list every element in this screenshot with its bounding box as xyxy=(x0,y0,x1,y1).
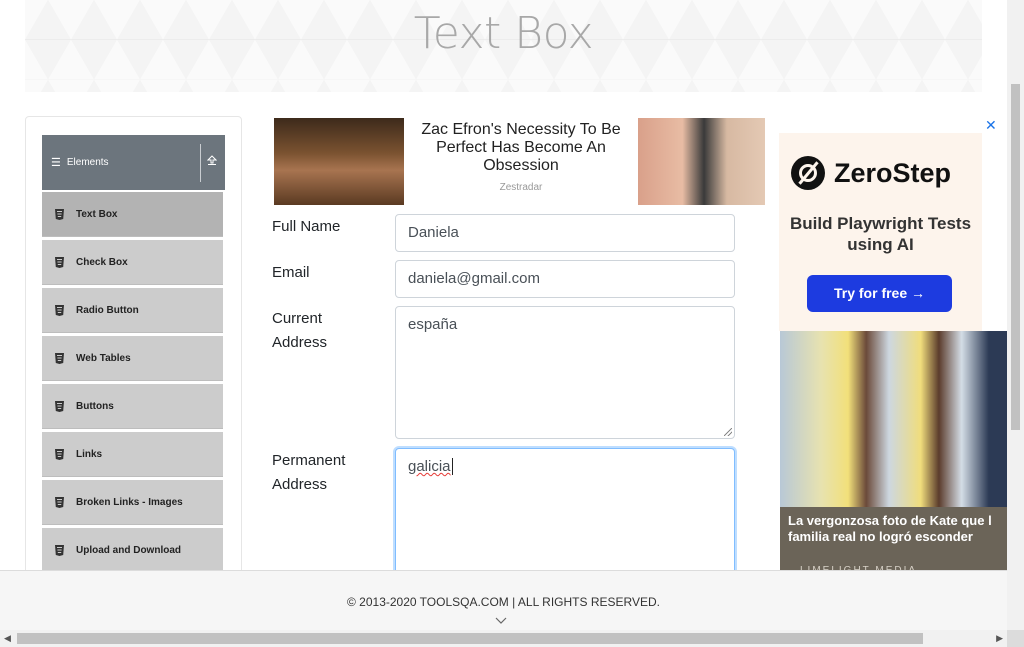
current-address-textarea[interactable]: españa xyxy=(395,306,735,439)
scroll-left-arrow-icon[interactable]: ◀ xyxy=(4,633,11,644)
try-for-free-button[interactable]: Try for free → xyxy=(807,275,952,312)
sidebar-item-label: Broken Links - Images xyxy=(76,496,183,508)
sidebar-item-broken-links[interactable]: Broken Links - Images xyxy=(42,480,223,525)
footer: © 2013-2020 TOOLSQA.COM | ALL RIGHTS RES… xyxy=(0,570,1007,630)
full-name-input[interactable]: Daniela xyxy=(395,214,735,252)
ad-photo[interactable] xyxy=(780,331,1007,511)
sidebar-item-radio-button[interactable]: Radio Button xyxy=(42,288,223,333)
permanent-address-value: galicia xyxy=(408,458,451,475)
document-icon xyxy=(54,256,76,268)
current-address-label: Current Address xyxy=(272,307,327,355)
page-title: Text Box xyxy=(413,8,594,59)
document-icon xyxy=(54,400,76,412)
ad-caption-box[interactable]: La vergonzosa foto de Kate que l familia… xyxy=(780,507,1007,576)
horizontal-scroll-thumb[interactable] xyxy=(17,633,923,644)
sidebar-item-label: Links xyxy=(76,448,103,460)
document-icon xyxy=(54,544,76,556)
document-icon xyxy=(54,496,76,508)
full-name-label: Full Name xyxy=(272,218,341,235)
sidebar-item-upload-download[interactable]: Upload and Download xyxy=(42,528,223,573)
current-address-label-line2: Address xyxy=(272,334,328,351)
permanent-address-label-line1: Permanent xyxy=(272,452,346,469)
email-input[interactable]: daniela@gmail.com xyxy=(395,260,735,298)
zerostep-logo: ZeroStep xyxy=(791,156,951,190)
footer-copyright: © 2013-2020 TOOLSQA.COM | ALL RIGHTS RES… xyxy=(347,595,660,609)
upload-arrow-icon[interactable] xyxy=(206,155,218,168)
sidebar-item-label: Text Box xyxy=(76,208,118,220)
ad-caption-line2: familia real no logró esconder xyxy=(788,529,973,544)
document-icon xyxy=(54,304,76,316)
sidebar-item-text-box[interactable]: Text Box xyxy=(42,192,223,237)
permanent-address-label-line2: Address xyxy=(272,476,328,493)
email-value: daniela@gmail.com xyxy=(408,270,540,287)
ad-source: Zestradar xyxy=(499,182,543,193)
current-address-label-line1: Current xyxy=(272,310,323,327)
sidebar-item-links[interactable]: Links xyxy=(42,432,223,477)
scrollbar-corner xyxy=(1007,630,1024,647)
document-icon xyxy=(54,352,76,364)
document-icon xyxy=(54,208,76,220)
chevron-down-icon[interactable] xyxy=(495,615,507,627)
ad-image-wrestler xyxy=(274,118,404,205)
zerostep-mark-icon xyxy=(791,156,825,190)
header-banner: Text Box xyxy=(25,0,982,92)
sidebar-menu: Text Box Check Box Radio Button Web Tabl… xyxy=(42,192,223,576)
sidebar-item-buttons[interactable]: Buttons xyxy=(42,384,223,429)
sidebar-item-label: Check Box xyxy=(76,256,128,268)
text-cursor xyxy=(451,458,453,475)
email-label: Email xyxy=(272,264,310,281)
sidebar-item-check-box[interactable]: Check Box xyxy=(42,240,223,285)
document-icon xyxy=(54,448,76,460)
current-address-value: españa xyxy=(408,316,458,333)
scroll-right-arrow-icon[interactable]: ▶ xyxy=(996,633,1003,644)
zerostep-ad[interactable]: ZeroStep Build Playwright Tests using AI… xyxy=(779,133,982,331)
ad-image-portraits xyxy=(638,118,765,205)
horizontal-scrollbar[interactable]: ◀ ▶ xyxy=(0,630,1007,647)
sidebar-item-web-tables[interactable]: Web Tables xyxy=(42,336,223,381)
divider xyxy=(200,144,201,182)
brand-name: ZeroStep xyxy=(834,157,952,188)
sidebar-item-label: Upload and Download xyxy=(76,544,181,556)
elements-group-header[interactable]: ☰ Elements xyxy=(42,135,225,190)
sidebar-item-label: Buttons xyxy=(76,400,114,412)
group-title: Elements xyxy=(66,157,109,168)
permanent-address-label: Permanent Address xyxy=(272,449,345,497)
page: Text Box ☰ Elements Text Box Check Box R… xyxy=(0,0,1024,647)
full-name-value: Daniela xyxy=(408,224,459,241)
vertical-scrollbar[interactable] xyxy=(1007,0,1024,630)
ad-caption-line1: La vergonzosa foto de Kate que l xyxy=(788,513,992,528)
ad-tagline: Build Playwright Tests using AI xyxy=(789,214,972,254)
sidebar-item-label: Radio Button xyxy=(76,304,139,316)
sidebar-item-label: Web Tables xyxy=(76,352,131,364)
close-icon[interactable]: ✕ xyxy=(985,117,997,134)
top-ad[interactable]: Zac Efron's Necessity To Be Perfect Has … xyxy=(274,118,765,205)
vertical-scroll-thumb[interactable] xyxy=(1011,84,1020,430)
resize-handle-icon[interactable] xyxy=(724,428,732,436)
ad-headline[interactable]: Zac Efron's Necessity To Be Perfect Has … xyxy=(404,121,638,175)
hamburger-icon: ☰ xyxy=(51,157,61,169)
permanent-address-textarea[interactable]: galicia xyxy=(395,448,735,583)
